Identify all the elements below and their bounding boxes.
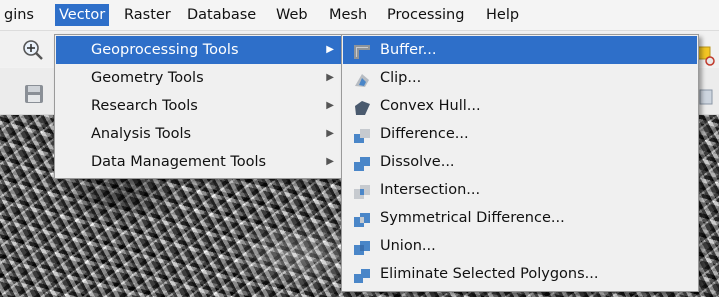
- menu-item-eliminate-selected-polygons[interactable]: Eliminate Selected Polygons...: [343, 260, 697, 288]
- eliminate-polygons-icon: [353, 266, 371, 283]
- zoom-in-icon[interactable]: [22, 39, 44, 65]
- menu-item-intersection[interactable]: Intersection...: [343, 176, 697, 204]
- menu-item-dissolve[interactable]: Dissolve...: [343, 148, 697, 176]
- symmetrical-difference-icon: [353, 210, 371, 227]
- menu-item-buffer[interactable]: Buffer...: [343, 36, 697, 64]
- vector-menu: Geoprocessing Tools ▶ Geometry Tools ▶ R…: [54, 34, 344, 179]
- menu-item-label: Convex Hull...: [380, 98, 481, 114]
- difference-icon: [353, 126, 371, 143]
- menu-item-label: Research Tools: [91, 98, 198, 114]
- menu-database[interactable]: Database: [183, 4, 260, 26]
- dissolve-icon: [353, 154, 371, 171]
- menu-item-label: Clip...: [380, 70, 422, 86]
- menu-item-analysis-tools[interactable]: Analysis Tools ▶: [56, 120, 342, 148]
- buffer-icon: [353, 42, 371, 59]
- union-icon: [353, 238, 371, 255]
- menu-item-label: Difference...: [380, 126, 469, 142]
- save-icon[interactable]: [24, 84, 44, 108]
- menu-item-symmetrical-difference[interactable]: Symmetrical Difference...: [343, 204, 697, 232]
- intersection-icon: [353, 182, 371, 199]
- clip-icon: [353, 70, 371, 87]
- menu-item-difference[interactable]: Difference...: [343, 120, 697, 148]
- menu-item-label: Data Management Tools: [91, 154, 267, 170]
- menu-item-label: Dissolve...: [380, 154, 455, 170]
- menu-item-union[interactable]: Union...: [343, 232, 697, 260]
- toolbar-grip-icon[interactable]: [699, 88, 715, 110]
- menu-item-clip[interactable]: Clip...: [343, 64, 697, 92]
- menu-item-convex-hull[interactable]: Convex Hull...: [343, 92, 697, 120]
- submenu-arrow-icon: ▶: [326, 72, 334, 83]
- menu-processing[interactable]: Processing: [383, 4, 468, 26]
- menu-item-label: Union...: [380, 238, 436, 254]
- menu-item-label: Intersection...: [380, 182, 481, 198]
- menu-item-label: Geometry Tools: [91, 70, 204, 86]
- menu-item-label: Buffer...: [380, 42, 437, 58]
- menu-item-label: Eliminate Selected Polygons...: [380, 266, 599, 282]
- menu-item-label: Analysis Tools: [91, 126, 192, 142]
- menu-mesh[interactable]: Mesh: [325, 4, 371, 26]
- convex-hull-icon: [353, 98, 371, 115]
- menu-web[interactable]: Web: [272, 4, 312, 26]
- geoprocessing-submenu: Buffer... Clip... Convex Hull... Differe…: [341, 34, 699, 292]
- menu-item-label: Symmetrical Difference...: [380, 210, 565, 226]
- submenu-arrow-icon: ▶: [326, 100, 334, 111]
- submenu-arrow-icon: ▶: [326, 44, 334, 55]
- menu-help[interactable]: Help: [482, 4, 523, 26]
- menu-plugins[interactable]: gins: [0, 4, 38, 26]
- menu-bar: gins Vector Raster Database Web Mesh Pro…: [0, 0, 719, 31]
- menu-item-research-tools[interactable]: Research Tools ▶: [56, 92, 342, 120]
- menu-raster[interactable]: Raster: [120, 4, 175, 26]
- submenu-arrow-icon: ▶: [326, 156, 334, 167]
- menu-item-geoprocessing-tools[interactable]: Geoprocessing Tools ▶: [56, 36, 342, 64]
- menu-item-data-management-tools[interactable]: Data Management Tools ▶: [56, 148, 342, 176]
- menu-vector[interactable]: Vector: [55, 4, 110, 26]
- submenu-arrow-icon: ▶: [326, 128, 334, 139]
- menu-item-label: Geoprocessing Tools: [91, 42, 239, 58]
- menu-item-geometry-tools[interactable]: Geometry Tools ▶: [56, 64, 342, 92]
